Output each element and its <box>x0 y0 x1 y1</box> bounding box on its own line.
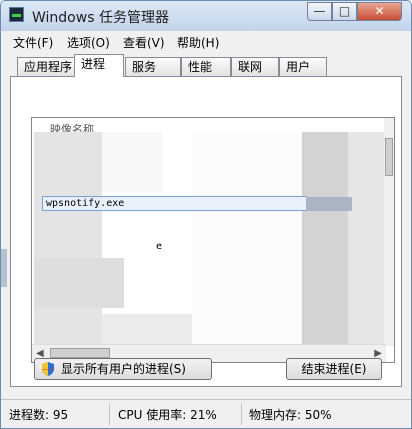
tab-users[interactable]: 用户 <box>279 57 327 76</box>
close-button[interactable]: ✕ <box>357 2 402 21</box>
task-manager-window: Windows 任务管理器 — □ ✕ 文件(F) 选项(O) 查看(V) 帮助… <box>0 0 412 429</box>
obscured-region <box>348 132 384 360</box>
obscured-region <box>34 258 124 308</box>
obscured-region <box>102 132 162 192</box>
window-edge-decoration <box>1 249 7 287</box>
status-process-count: 进程数: 95 <box>9 408 69 422</box>
menu-bar: 文件(F) 选项(O) 查看(V) 帮助(H) <box>1 31 411 53</box>
horizontal-scroll-thumb[interactable] <box>50 348 110 358</box>
obscured-region <box>34 132 102 360</box>
vertical-scroll-thumb[interactable] <box>385 138 393 176</box>
obscured-region <box>192 132 302 360</box>
show-all-label: 显示所有用户的进程(S) <box>61 362 186 376</box>
obscured-region <box>302 132 348 360</box>
processes-panel: 映像名称 wpsnotify.exe e ◀ ▶ <box>10 76 402 387</box>
tab-performance[interactable]: 性能 <box>181 57 231 76</box>
status-cpu-usage: CPU 使用率: 21% <box>118 408 217 422</box>
minimize-button[interactable]: — <box>307 2 332 21</box>
tab-networking[interactable]: 联网 <box>231 57 279 76</box>
vertical-scrollbar[interactable] <box>384 118 394 346</box>
tab-applications[interactable]: 应用程序 <box>17 57 75 76</box>
title-bar: Windows 任务管理器 — □ ✕ <box>1 1 411 31</box>
maximize-button[interactable]: □ <box>332 2 357 21</box>
uac-shield-icon <box>42 362 54 376</box>
tab-services[interactable]: 服务 <box>125 57 181 76</box>
selected-row-extension <box>306 197 352 211</box>
status-divider <box>241 403 242 425</box>
menu-help[interactable]: 帮助(H) <box>177 34 219 51</box>
selected-process-row[interactable]: wpsnotify.exe <box>42 196 307 211</box>
status-divider <box>109 403 110 425</box>
tab-processes[interactable]: 进程 <box>74 54 124 77</box>
obscured-row-fragment: e <box>156 241 163 252</box>
task-manager-icon <box>9 7 24 22</box>
status-memory-usage: 物理内存: 50% <box>249 408 332 422</box>
end-process-button[interactable]: 结束进程(E) <box>286 358 382 380</box>
menu-file[interactable]: 文件(F) <box>13 34 53 51</box>
status-bar: 进程数: 95 CPU 使用率: 21% 物理内存: 50% <box>1 399 411 428</box>
show-all-users-processes-button[interactable]: 显示所有用户的进程(S) <box>34 358 212 380</box>
window-title: Windows 任务管理器 <box>32 10 169 26</box>
menu-view[interactable]: 查看(V) <box>123 34 165 51</box>
main-area: 应用程序 进程 服务 性能 联网 用户 映像名称 wpsnotify.exe e <box>1 53 411 399</box>
menu-options[interactable]: 选项(O) <box>67 34 110 51</box>
process-list[interactable]: 映像名称 wpsnotify.exe e ◀ ▶ <box>31 117 395 363</box>
